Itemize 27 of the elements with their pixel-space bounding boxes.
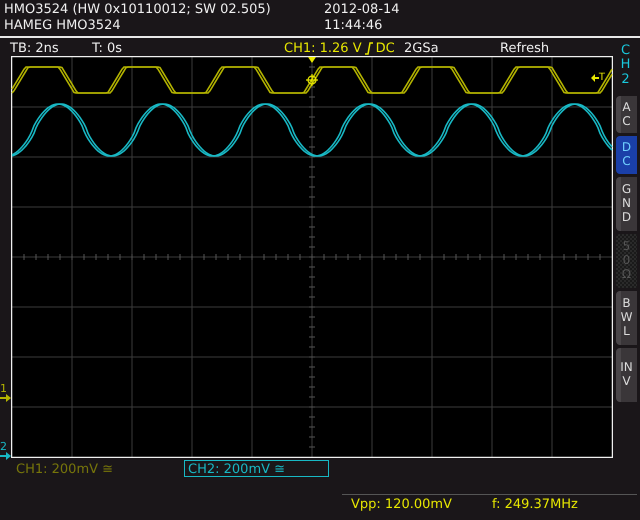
trigger-point-icon: [305, 73, 319, 87]
ground-marker-label: 1: [0, 384, 7, 394]
coupling-button[interactable]: GND: [616, 177, 637, 232]
date-text: 2012-08-14: [324, 2, 401, 18]
trigger-time-readout: T: 0s: [92, 41, 122, 56]
ground-marker-label: 2: [0, 442, 7, 452]
trigger-level-readout: CH1: 1.26 V: [284, 41, 362, 56]
device-name: HAMEG HMO3524: [4, 18, 122, 34]
acquisition-mode: Refresh: [500, 41, 550, 56]
menu-title: CH2: [620, 44, 632, 87]
channel-scale-label[interactable]: CH1: 200mV ≅: [12, 460, 118, 477]
time-text: 11:44:46: [324, 18, 384, 34]
channel-scale-label[interactable]: CH2: 200mV ≅: [184, 460, 329, 477]
arrow-icon: [590, 74, 599, 82]
coupling-button[interactable]: DC: [616, 136, 637, 174]
model-info: HMO3524 (HW 0x10110012; SW 02.505): [4, 2, 272, 18]
sample-rate-readout: 2GSa: [404, 41, 439, 56]
measurement-readout: Vpp: 120.00mV: [351, 496, 452, 514]
rising-edge-icon: [364, 42, 374, 55]
coupling-button[interactable]: BWL: [616, 291, 637, 346]
coupling-button[interactable]: INV: [616, 348, 637, 402]
coupling-button[interactable]: AC: [616, 96, 637, 134]
trigger-coupling-readout: DC: [376, 41, 395, 56]
trigger-position-label: T: [598, 73, 605, 83]
measurement-readout: f: 249.37MHz: [492, 496, 578, 514]
trigger-level-marker-icon: [308, 57, 316, 63]
timebase-readout: TB: 2ns: [10, 41, 59, 56]
